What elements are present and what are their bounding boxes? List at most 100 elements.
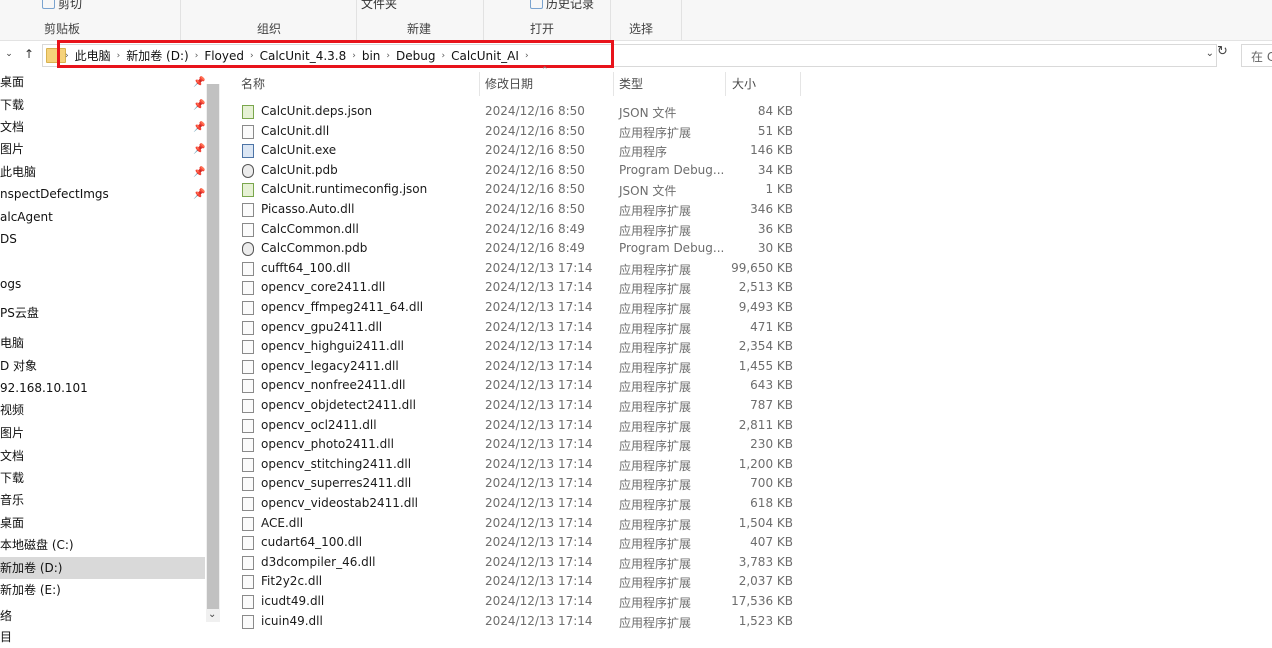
column-divider[interactable] xyxy=(725,72,726,96)
column-header-size[interactable]: 大小 xyxy=(732,70,756,98)
dll-file-icon xyxy=(242,124,254,139)
file-type: 应用程序扩展 xyxy=(619,576,692,591)
file-size: 1 KB xyxy=(765,182,793,197)
sort-indicator-icon: ⌃ xyxy=(541,66,549,76)
file-row[interactable]: Picasso.Auto.dll 2024/12/16 8:50 应用程序扩展 346… xyxy=(238,200,803,220)
nav-item[interactable] xyxy=(0,251,205,273)
scissors-icon xyxy=(42,0,55,9)
nav-item[interactable]: 新加卷 (D:) xyxy=(0,557,205,579)
nav-item[interactable]: 此电脑 📌 xyxy=(0,161,205,183)
recent-locations-icon[interactable]: ⌄ xyxy=(2,46,16,62)
file-row[interactable]: Fit2y2c.dll 2024/12/13 17:14 应用程序扩展 2,037 K… xyxy=(238,572,803,592)
column-divider[interactable] xyxy=(479,72,480,96)
nav-item[interactable]: D 对象 xyxy=(0,355,205,377)
file-row[interactable]: icudt49.dll 2024/12/13 17:14 应用程序扩展 17,536 … xyxy=(238,592,803,612)
pin-icon[interactable]: 📌 xyxy=(193,184,205,205)
pin-icon[interactable]: 📌 xyxy=(193,72,205,93)
column-divider[interactable] xyxy=(613,72,614,96)
file-row[interactable]: opencv_gpu2411.dll 2024/12/13 17:14 应用程序扩展… xyxy=(238,318,803,338)
file-row[interactable]: icuin49.dll 2024/12/13 17:14 应用程序扩展 1,523 K… xyxy=(238,612,803,632)
file-row[interactable]: cudart64_100.dll 2024/12/13 17:14 应用程序扩展 40… xyxy=(238,533,803,553)
nav-item[interactable]: ogs xyxy=(0,273,205,295)
nav-item[interactable]: 92.168.10.101 xyxy=(0,377,205,399)
address-dropdown-icon[interactable]: ⌄ xyxy=(1206,48,1214,59)
nav-item[interactable]: 音乐 xyxy=(0,489,205,511)
nav-item[interactable]: 桌面 📌 xyxy=(0,71,205,93)
file-row[interactable]: opencv_stitching2411.dll 2024/12/13 17:14… xyxy=(238,455,803,475)
file-row[interactable]: opencv_ffmpeg2411_64.dll 2024/12/13 17:14… xyxy=(238,298,803,318)
file-type: 应用程序扩展 xyxy=(619,478,692,493)
file-row[interactable]: opencv_photo2411.dll 2024/12/13 17:14 应用程序… xyxy=(238,435,803,455)
file-row[interactable]: opencv_core2411.dll 2024/12/13 17:14 应用程序扩… xyxy=(238,278,803,298)
file-size: 34 KB xyxy=(757,162,793,177)
nav-scrollbar-thumb[interactable] xyxy=(207,84,219,609)
nav-item[interactable]: 文档 xyxy=(0,445,205,467)
nav-item[interactable]: nspectDefectImgs 📌 xyxy=(0,183,205,205)
nav-item-label: 文档 xyxy=(0,120,25,134)
file-size: 3,783 KB xyxy=(738,554,793,569)
nav-item[interactable]: 图片 📌 xyxy=(0,138,205,160)
nav-item[interactable]: 本地磁盘 (C:) xyxy=(0,534,205,556)
file-row[interactable]: opencv_legacy2411.dll 2024/12/13 17:14 应用程… xyxy=(238,357,803,377)
file-name: Fit2y2c.dll xyxy=(261,574,323,589)
nav-item[interactable]: 新加卷 (E:) xyxy=(0,579,205,601)
dll-file-icon xyxy=(242,203,254,217)
nav-item[interactable]: 下载 xyxy=(0,467,205,489)
pin-icon[interactable]: 📌 xyxy=(193,139,205,160)
file-row[interactable]: CalcUnit.deps.json 2024/12/16 8:50 JSON 文件… xyxy=(238,102,803,122)
cut-button[interactable]: 剪切 xyxy=(42,0,82,12)
file-type: 应用程序扩展 xyxy=(619,400,692,414)
nav-item-label: ogs xyxy=(0,277,22,291)
file-row[interactable]: opencv_nonfree2411.dll 2024/12/13 17:14 应用… xyxy=(238,376,803,396)
nav-item[interactable]: 文档 📌 xyxy=(0,116,205,138)
file-row[interactable]: opencv_superres2411.dll 2024/12/13 17:14 应… xyxy=(238,474,803,494)
file-name: CalcUnit.exe xyxy=(261,143,337,158)
column-header-type[interactable]: 类型 xyxy=(619,70,643,98)
nav-item-label: 目 xyxy=(0,630,13,644)
nav-item[interactable]: 视频 xyxy=(0,399,205,421)
file-size: 36 KB xyxy=(757,221,793,236)
ribbon-group-select: 选择 xyxy=(611,0,682,40)
nav-item[interactable]: 桌面 xyxy=(0,512,205,534)
column-header-date[interactable]: 修改日期 xyxy=(485,70,533,98)
file-row[interactable]: cufft64_100.dll 2024/12/13 17:14 应用程序扩展 99,… xyxy=(238,259,803,279)
file-row[interactable]: CalcUnit.runtimeconfig.json 2024/12/16 8:… xyxy=(238,180,803,200)
pin-icon[interactable]: 📌 xyxy=(193,117,205,138)
file-row[interactable]: CalcUnit.exe 2024/12/16 8:50 应用程序 146 KB xyxy=(238,141,803,161)
nav-item[interactable]: 目 xyxy=(0,626,205,648)
nav-item[interactable]: 电脑 xyxy=(0,332,205,354)
nav-item[interactable]: 下载 📌 xyxy=(0,94,205,116)
nav-scrollbar[interactable] xyxy=(206,84,220,622)
file-name: opencv_core2411.dll xyxy=(261,280,386,295)
nav-item[interactable]: DS xyxy=(0,228,205,250)
nav-item[interactable]: PS云盘 xyxy=(0,302,205,324)
file-row[interactable]: ACE.dll 2024/12/13 17:14 应用程序扩展 1,504 KB xyxy=(238,514,803,534)
file-name: CalcUnit.runtimeconfig.json xyxy=(261,182,428,197)
up-arrow-icon[interactable]: ↑ xyxy=(22,46,36,62)
pin-icon[interactable]: 📌 xyxy=(193,95,205,116)
nav-item[interactable]: 络 xyxy=(0,605,205,627)
file-row[interactable]: CalcUnit.dll 2024/12/16 8:50 应用程序扩展 51 KB xyxy=(238,122,803,142)
search-input[interactable]: 在 C xyxy=(1241,44,1272,67)
file-date: 2024/12/13 17:14 xyxy=(485,456,593,471)
file-row[interactable]: CalcUnit.pdb 2024/12/16 8:50 Program Debug… xyxy=(238,161,803,181)
ribbon-group-label: 新建 xyxy=(407,22,432,36)
refresh-icon[interactable]: ↻ xyxy=(1217,44,1228,59)
column-header-name[interactable]: 名称 xyxy=(241,70,265,98)
file-size: 618 KB xyxy=(750,496,793,510)
address-highlight-box xyxy=(57,40,614,68)
file-row[interactable]: d3dcompiler_46.dll 2024/12/13 17:14 应用程序扩展… xyxy=(238,553,803,573)
column-divider[interactable] xyxy=(800,72,801,96)
nav-item[interactable]: alcAgent xyxy=(0,206,205,228)
scroll-down-icon[interactable]: ⌄ xyxy=(208,609,216,620)
file-row[interactable]: opencv_highgui2411.dll 2024/12/13 17:14 应用… xyxy=(238,337,803,357)
new-folder-button[interactable]: 文件夹 xyxy=(361,0,397,12)
pin-icon[interactable]: 📌 xyxy=(193,162,205,183)
file-row[interactable]: opencv_objdetect2411.dll 2024/12/13 17:14… xyxy=(238,396,803,416)
file-row[interactable]: opencv_videostab2411.dll 2024/12/13 17:14… xyxy=(238,494,803,514)
file-row[interactable]: opencv_ocl2411.dll 2024/12/13 17:14 应用程序扩展… xyxy=(238,416,803,436)
file-row[interactable]: CalcCommon.pdb 2024/12/16 8:49 Program Deb… xyxy=(238,239,803,259)
nav-item[interactable]: 图片 xyxy=(0,422,205,444)
file-row[interactable]: CalcCommon.dll 2024/12/16 8:49 应用程序扩展 36 KB xyxy=(238,220,803,240)
history-button[interactable]: 历史记录 xyxy=(530,0,594,12)
